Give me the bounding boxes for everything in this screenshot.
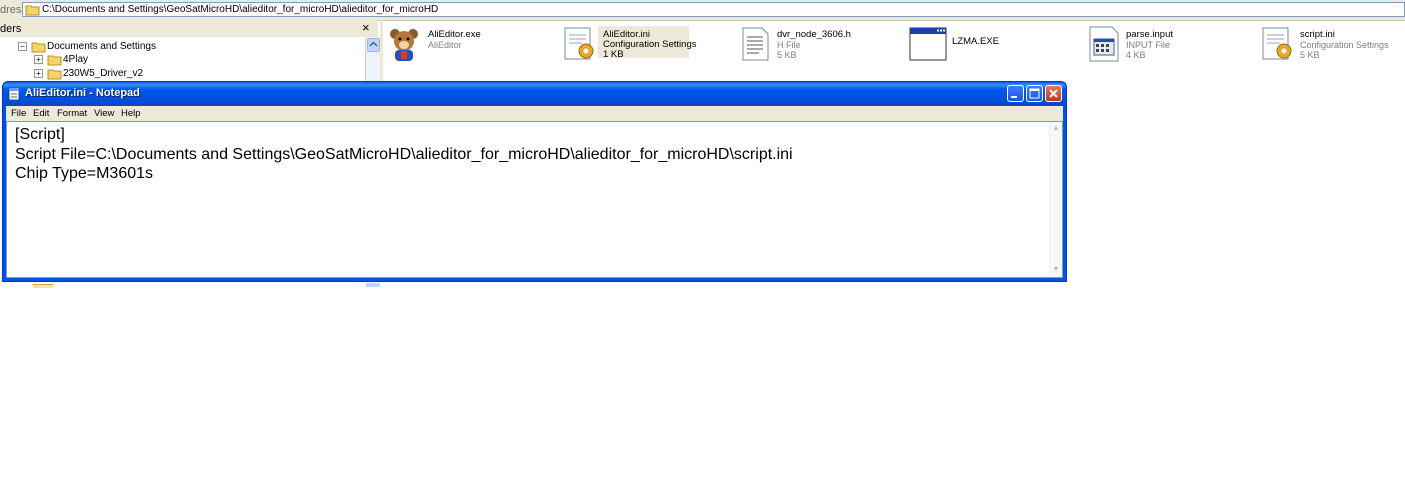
- file-name: dvr_node_3606.h: [777, 29, 851, 40]
- folders-pane-header: ders ×: [0, 20, 378, 38]
- collapse-icon[interactable]: −: [18, 42, 27, 51]
- folder-icon: [47, 69, 62, 80]
- ini-settings-icon: [564, 27, 594, 60]
- scroll-up-button[interactable]: [367, 38, 380, 52]
- folder-icon: [31, 42, 46, 53]
- minimize-icon: [1011, 96, 1017, 98]
- menu-bar: File Edit Format View Help: [6, 106, 1063, 121]
- file-type: INPUT File: [1126, 40, 1170, 50]
- folder-icon: [25, 5, 40, 16]
- close-button[interactable]: [1045, 85, 1062, 102]
- file-size: 5 KB: [777, 50, 797, 60]
- address-field[interactable]: C:\Documents and Settings\GeoSatMicroHD\…: [22, 2, 1405, 17]
- scrollbar-track-bottom[interactable]: [366, 283, 380, 287]
- notepad-window: AliEditor.ini - Notepad File Edit Format…: [2, 81, 1067, 282]
- text-document-icon: [742, 27, 769, 61]
- address-bar: dress C:\Documents and Settings\GeoSatMi…: [0, 0, 1405, 21]
- notepad-icon: [8, 87, 20, 101]
- menu-format[interactable]: Format: [57, 108, 87, 119]
- scroll-down-arrow-icon[interactable]: ▼: [1051, 265, 1061, 275]
- ini-settings-icon: [1262, 27, 1292, 60]
- maximize-icon: [1029, 88, 1040, 99]
- folders-title: ders: [0, 23, 22, 35]
- menu-help[interactable]: Help: [121, 108, 141, 119]
- menu-view[interactable]: View: [94, 108, 114, 119]
- file-size: 5 KB: [1300, 50, 1320, 60]
- menu-edit[interactable]: Edit: [33, 108, 49, 119]
- file-type: H File: [777, 40, 801, 50]
- tree-label: 230W5_Driver_v2: [63, 68, 144, 79]
- maximize-button[interactable]: [1026, 85, 1043, 102]
- scroll-up-arrow-icon[interactable]: ▲: [1051, 124, 1061, 134]
- file-size: 1 KB: [603, 49, 624, 60]
- tree-label: Documents and Settings: [47, 41, 156, 52]
- file-size: 4 KB: [1126, 50, 1146, 60]
- expand-icon[interactable]: +: [34, 55, 43, 64]
- file-type: AliEditor: [428, 40, 462, 50]
- text-editor-area[interactable]: [Script] Script File=C:\Documents and Se…: [6, 121, 1063, 278]
- explorer-bottom-edge: [0, 282, 1070, 288]
- expand-icon[interactable]: +: [34, 69, 43, 78]
- vertical-scrollbar[interactable]: ▲ ▼: [1049, 122, 1062, 277]
- input-file-icon: [1089, 26, 1119, 62]
- file-name: LZMA.EXE: [952, 36, 999, 47]
- document-text[interactable]: [Script] Script File=C:\Documents and Se…: [15, 125, 793, 184]
- menu-file[interactable]: File: [11, 108, 26, 119]
- folder-icon: [47, 55, 62, 66]
- file-name: parse.input: [1126, 29, 1174, 40]
- title-bar[interactable]: AliEditor.ini - Notepad: [3, 82, 1066, 106]
- tree-label: 4Play: [63, 54, 89, 65]
- window-title: AliEditor.ini - Notepad: [25, 87, 140, 99]
- file-type: Configuration Settings: [1300, 40, 1389, 50]
- bear-app-icon: [390, 29, 418, 61]
- address-path: C:\Documents and Settings\GeoSatMicroHD\…: [42, 4, 439, 15]
- close-icon[interactable]: ×: [362, 20, 370, 35]
- folder-icon: [33, 284, 53, 288]
- file-name: AliEditor.exe: [428, 29, 481, 40]
- chevron-up-icon: [369, 41, 378, 47]
- file-name: script.ini: [1300, 29, 1335, 40]
- window-exe-icon: [909, 27, 947, 61]
- minimize-button[interactable]: [1007, 85, 1024, 102]
- close-icon: [1049, 89, 1058, 98]
